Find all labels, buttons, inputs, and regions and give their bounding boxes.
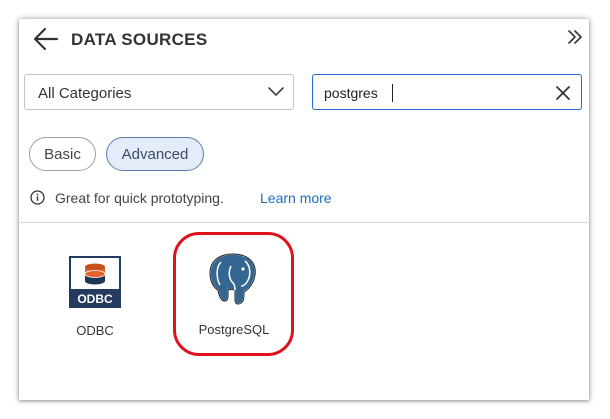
- arrow-left-icon[interactable]: [33, 27, 59, 51]
- info-icon: [30, 190, 45, 205]
- tab-advanced[interactable]: Advanced: [106, 137, 204, 171]
- postgresql-elephant-icon: [209, 253, 256, 305]
- odbc-icon: ODBC: [69, 256, 121, 308]
- odbc-badge-text: ODBC: [77, 292, 113, 306]
- info-text: Great for quick prototyping.: [55, 190, 224, 206]
- chevron-down-icon: [268, 87, 284, 96]
- tab-basic[interactable]: Basic: [29, 137, 96, 171]
- data-sources-panel: DATA SOURCES All Categories Basic Advanc…: [19, 19, 589, 400]
- learn-more-link[interactable]: Learn more: [260, 190, 332, 206]
- data-source-label: ODBC: [76, 323, 114, 338]
- category-select-value: All Categories: [38, 85, 132, 102]
- category-select[interactable]: All Categories: [24, 74, 294, 110]
- page-title: DATA SOURCES: [71, 30, 208, 49]
- close-icon[interactable]: [555, 85, 571, 101]
- search-field[interactable]: [312, 74, 582, 110]
- divider: [19, 222, 589, 223]
- data-source-label: PostgreSQL: [198, 322, 270, 337]
- text-caret: [392, 84, 393, 102]
- data-source-postgresql[interactable]: PostgreSQL: [173, 232, 294, 356]
- data-source-odbc[interactable]: ODBC ODBC: [60, 253, 130, 343]
- search-input[interactable]: [324, 83, 544, 103]
- panel-header: DATA SOURCES: [19, 19, 589, 61]
- double-chevron-right-icon[interactable]: [567, 29, 583, 45]
